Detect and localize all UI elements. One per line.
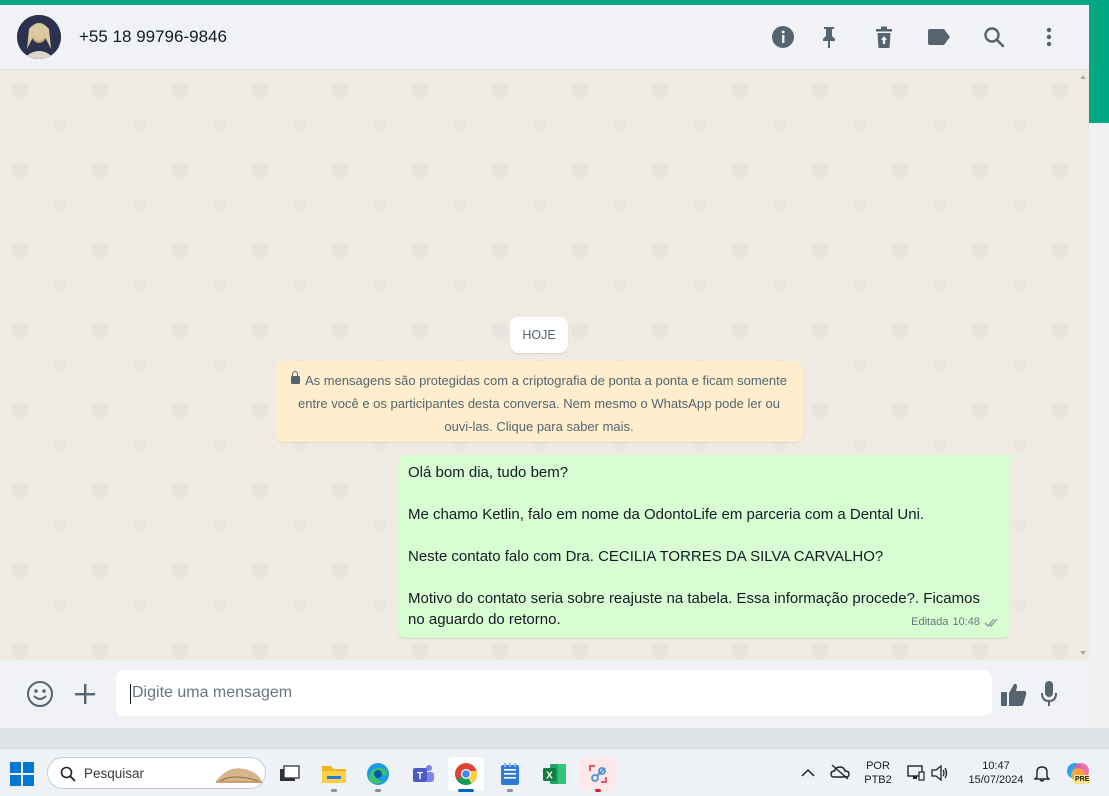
message-meta: Editada 10:48 [911, 612, 1001, 633]
message-input[interactable] [116, 670, 992, 716]
search-icon [60, 766, 76, 782]
screen: +55 18 99796-9846 HOJE As mensagens são … [0, 0, 1109, 796]
snipping-tool-icon[interactable] [580, 757, 616, 792]
file-explorer-icon[interactable] [316, 757, 352, 792]
chevron-up-icon[interactable] [801, 767, 815, 777]
clock-time: 10:47 [982, 760, 1010, 772]
chat-header: +55 18 99796-9846 [0, 5, 1089, 70]
clock[interactable]: 10:47 15/07/2024 [959, 759, 1033, 787]
excel-icon[interactable]: X [537, 757, 573, 791]
edited-label: Editada [911, 616, 949, 628]
copilot-icon[interactable]: PRE [1065, 760, 1091, 786]
day-divider: HOJE [510, 317, 568, 353]
chrome-icon[interactable] [448, 757, 484, 792]
language-indicator[interactable]: POR PTB2 [861, 759, 895, 787]
svg-text:T: T [417, 771, 423, 782]
outgoing-message[interactable]: Olá bom dia, tudo bem? Me chamo Ketlin, … [398, 455, 1017, 638]
notification-bell-icon[interactable] [1034, 764, 1050, 782]
plus-icon[interactable] [69, 678, 101, 710]
scroll-down-arrow[interactable] [1080, 651, 1086, 655]
message-line: Olá bom dia, tudo bem? [408, 464, 569, 481]
double-check-icon [984, 618, 998, 627]
contact-name[interactable]: +55 18 99796-9846 [79, 27, 227, 47]
message-line: Me chamo Ketlin, falo em nome da OdontoL… [408, 506, 925, 523]
label-icon[interactable] [925, 23, 953, 51]
teams-icon[interactable]: T [405, 757, 441, 791]
taskbar-search-label: Pesquisar [84, 766, 145, 781]
emoji-icon[interactable] [24, 678, 56, 710]
copilot-badge: PRE [1074, 775, 1091, 784]
windows-start-icon[interactable] [10, 762, 34, 786]
message-line: Neste contato falo com Dra. CECILIA TORR… [408, 548, 884, 565]
page-scrollbar-thumb[interactable] [1089, 5, 1109, 123]
composer-bar [0, 660, 1089, 728]
edge-browser-icon[interactable] [360, 757, 396, 792]
task-view-icon[interactable] [272, 757, 308, 791]
microphone-icon[interactable] [1033, 678, 1065, 710]
pin-icon[interactable] [815, 23, 843, 51]
contact-avatar[interactable] [17, 15, 61, 59]
search-icon[interactable] [980, 23, 1008, 51]
lock-icon [290, 371, 300, 384]
taskbar-search[interactable]: Pesquisar [47, 757, 266, 789]
notepad-icon[interactable] [492, 757, 528, 792]
svg-text:X: X [546, 771, 553, 782]
thumbs-up-icon[interactable] [998, 678, 1030, 710]
encryption-notice[interactable]: As mensagens são protegidas com a cripto… [275, 361, 803, 442]
menu-icon[interactable] [1035, 23, 1063, 51]
keyboard-layout: PTB2 [864, 774, 892, 786]
delete-icon[interactable] [870, 23, 898, 51]
taskbar: Pesquisar T X POR PTB2 10:47 15/07/2024 … [0, 748, 1109, 796]
text-caret [130, 684, 131, 704]
message-list[interactable]: HOJE As mensagens são protegidas com a c… [0, 71, 1089, 660]
info-icon[interactable] [769, 23, 797, 51]
network-icon[interactable] [907, 765, 925, 781]
onedrive-offline-icon[interactable] [830, 764, 850, 780]
scroll-up-arrow[interactable] [1080, 75, 1086, 79]
search-highlight-icon [216, 768, 262, 783]
clock-date: 15/07/2024 [968, 774, 1024, 786]
encryption-notice-text: As mensagens são protegidas com a cripto… [298, 373, 787, 434]
language-code: POR [866, 760, 890, 772]
volume-icon[interactable] [931, 765, 949, 781]
chat-window: +55 18 99796-9846 HOJE As mensagens são … [0, 5, 1089, 728]
window-bottom-strip [0, 728, 1109, 748]
message-time: 10:48 [952, 616, 980, 628]
